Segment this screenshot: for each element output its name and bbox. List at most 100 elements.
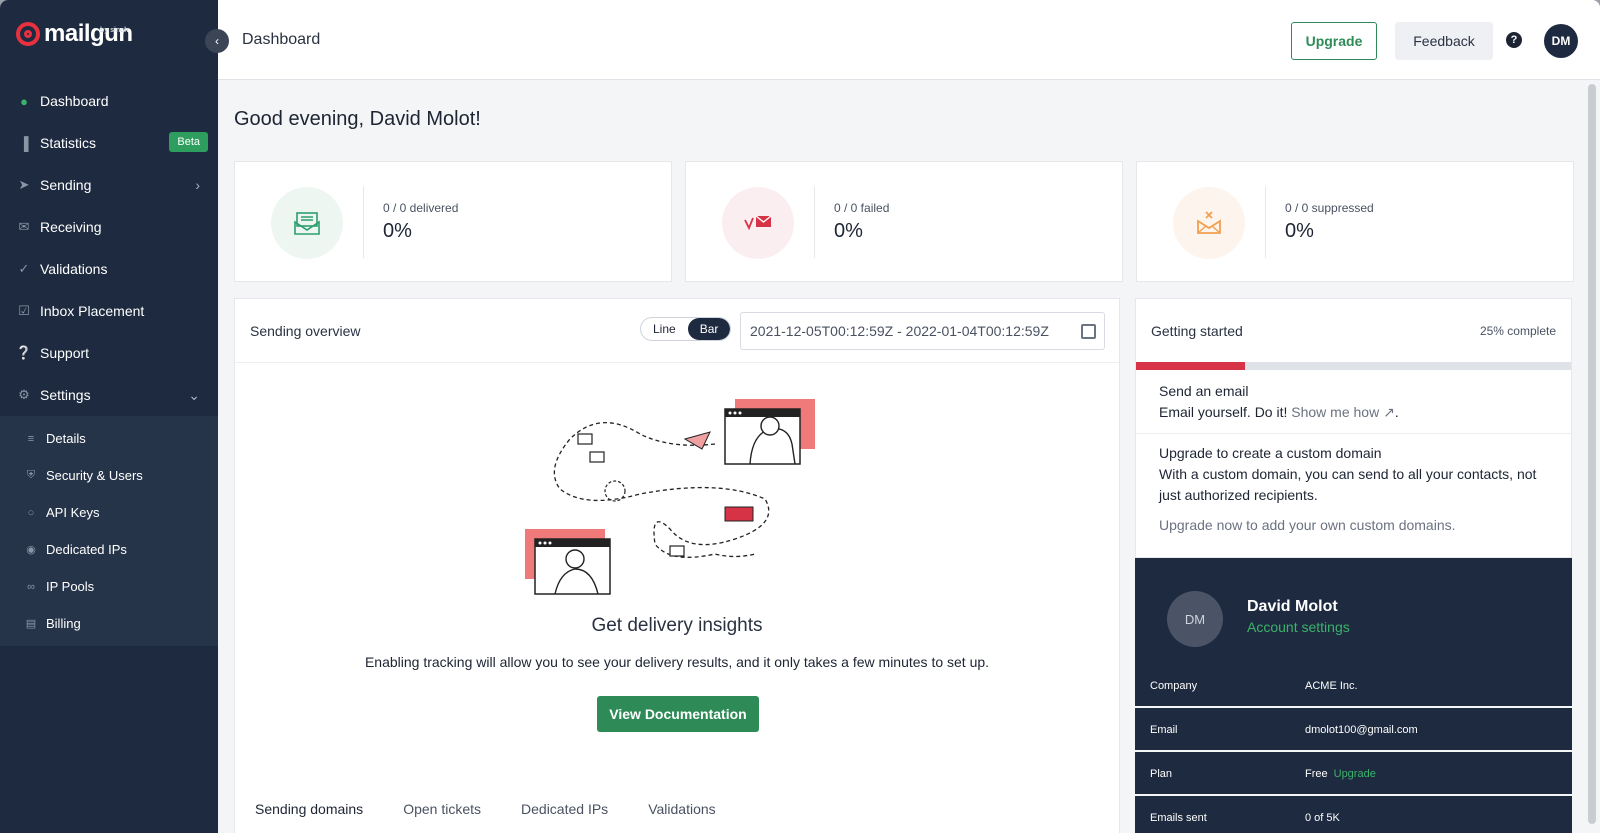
stat-value: 0% bbox=[834, 220, 863, 242]
overview-tabs: Sending domains Open tickets Dedicated I… bbox=[235, 779, 1119, 833]
sidebar-item-inbox-placement[interactable]: ☑ Inbox Placement bbox=[0, 290, 218, 332]
row-key: Emails sent bbox=[1150, 812, 1207, 824]
sidebar-item-receiving[interactable]: ✉ Receiving bbox=[0, 206, 218, 248]
checkbox-icon: ☑ bbox=[18, 303, 30, 318]
calendar-icon bbox=[1081, 324, 1096, 339]
row-key: Company bbox=[1150, 680, 1198, 692]
scrollbar[interactable] bbox=[1588, 84, 1596, 824]
delivered-icon-circle bbox=[271, 187, 343, 259]
tab-validations[interactable]: Validations bbox=[628, 779, 735, 833]
sidebar-subitem-api-keys[interactable]: ○ API Keys bbox=[0, 494, 218, 531]
user-check-icon: ✓ bbox=[18, 261, 30, 276]
shield-icon: ⛨ bbox=[26, 469, 36, 481]
upgrade-button[interactable]: Upgrade bbox=[1291, 22, 1377, 60]
stat-value: 0% bbox=[383, 220, 412, 242]
toggle-bar[interactable]: Bar bbox=[687, 318, 731, 340]
delivery-illustration bbox=[525, 399, 815, 595]
credit-card-icon: ▤ bbox=[25, 618, 37, 630]
profile-name: David Molot bbox=[1247, 598, 1338, 615]
upgrade-note: Upgrade now to add your own custom domai… bbox=[1159, 517, 1456, 533]
sidebar-subitem-dedicated-ips[interactable]: ◉ Dedicated IPs bbox=[0, 531, 218, 568]
brand-tagline: by sinch bbox=[100, 27, 129, 34]
empty-state-text: Enabling tracking will allow you to see … bbox=[364, 654, 990, 670]
stat-value: 0% bbox=[1285, 220, 1314, 242]
sidebar-subitem-ip-pools[interactable]: ∞ IP Pools bbox=[0, 568, 218, 605]
stat-card-delivered: 0 / 0 delivered 0% bbox=[234, 161, 672, 282]
progress-bar bbox=[1136, 362, 1571, 370]
tab-open-tickets[interactable]: Open tickets bbox=[383, 779, 501, 833]
row-value: ACME Inc. bbox=[1305, 680, 1358, 692]
plan-value: Free bbox=[1305, 768, 1328, 780]
sidebar-subitem-details[interactable]: ≡ Details bbox=[0, 420, 218, 457]
date-range-picker[interactable]: 2021-12-05T00:12:59Z - 2022-01-04T00:12:… bbox=[740, 312, 1105, 350]
globe-icon: ● bbox=[20, 93, 28, 109]
toggle-line[interactable]: Line bbox=[641, 318, 688, 340]
lock-icon: ○ bbox=[27, 506, 35, 519]
sidebar-item-support[interactable]: ❔ Support bbox=[0, 332, 218, 374]
tab-dedicated-ips[interactable]: Dedicated IPs bbox=[501, 779, 628, 833]
progress-bar-fill bbox=[1136, 362, 1245, 370]
pool-icon: ∞ bbox=[27, 580, 35, 593]
account-settings-link[interactable]: Account settings bbox=[1247, 619, 1350, 635]
chevron-right-icon: › bbox=[195, 177, 200, 193]
collapse-sidebar-button[interactable]: ‹ bbox=[205, 29, 229, 53]
step-text: Email yourself. Do it! bbox=[1159, 404, 1288, 420]
tab-sending-domains[interactable]: Sending domains bbox=[235, 779, 383, 833]
inbox-icon: ✉ bbox=[18, 219, 30, 234]
avatar[interactable]: DM bbox=[1544, 24, 1578, 58]
sidebar-item-statistics[interactable]: ▐ Statistics Beta bbox=[0, 122, 218, 164]
progress-label: 25% complete bbox=[1479, 324, 1556, 338]
step-title: Send an email bbox=[1159, 383, 1249, 399]
view-documentation-button[interactable]: View Documentation bbox=[597, 696, 759, 732]
question-circle-icon: ❔ bbox=[15, 345, 33, 360]
gear-icon: ⚙ bbox=[18, 387, 30, 402]
sidebar-item-label: Receiving bbox=[40, 219, 102, 235]
row-key: Plan bbox=[1150, 768, 1173, 780]
greeting-heading: Good evening, David Molot! bbox=[234, 108, 481, 130]
profile-card: DM David Molot Account settings Company … bbox=[1135, 558, 1572, 833]
stat-label: 0 / 0 suppressed bbox=[1285, 201, 1374, 215]
step-send-email: Send an email Email yourself. Do it! Sho… bbox=[1159, 383, 1399, 420]
feedback-button[interactable]: Feedback bbox=[1395, 22, 1493, 60]
step-title: Upgrade to create a custom domain bbox=[1159, 445, 1382, 461]
divider bbox=[235, 362, 1119, 363]
sidebar: mailgun by sinch ● Dashboard ▐ Statistic… bbox=[0, 0, 218, 833]
profile-row-company: Company ACME Inc. bbox=[1135, 664, 1572, 708]
getting-started-title: Getting started bbox=[1151, 323, 1243, 339]
app-window: mailgun by sinch ● Dashboard ▐ Statistic… bbox=[0, 0, 1600, 833]
profile-row-plan: Plan Free Upgrade bbox=[1135, 752, 1572, 796]
row-value: dmolot100@gmail.com bbox=[1305, 724, 1418, 736]
sidebar-item-sending[interactable]: ➤ Sending › bbox=[0, 164, 218, 206]
show-me-how-link[interactable]: Show me how bbox=[1291, 404, 1379, 420]
plan-upgrade-link[interactable]: Upgrade bbox=[1334, 768, 1376, 780]
stat-card-failed: 0 / 0 failed 0% bbox=[685, 161, 1123, 282]
sidebar-subitem-security-users[interactable]: ⛨ Security & Users bbox=[0, 457, 218, 494]
failed-icon-circle bbox=[722, 187, 794, 259]
stat-divider bbox=[814, 186, 815, 258]
sidebar-item-validations[interactable]: ✓ Validations bbox=[0, 248, 218, 290]
sending-overview-panel: Sending overview Line Bar 2021-12-05T00:… bbox=[234, 298, 1120, 833]
divider bbox=[1136, 433, 1571, 434]
avatar: DM bbox=[1167, 591, 1223, 647]
help-icon[interactable]: ? bbox=[1506, 32, 1522, 48]
bounce-mail-icon bbox=[744, 215, 772, 231]
profile-row-emails-sent: Emails sent 0 of 5K bbox=[1135, 796, 1572, 833]
sidebar-subitem-label: Security & Users bbox=[46, 468, 143, 483]
empty-state-title: Get delivery insights bbox=[591, 615, 763, 636]
sidebar-item-dashboard[interactable]: ● Dashboard bbox=[0, 80, 218, 122]
panel-title: Sending overview bbox=[250, 323, 361, 339]
sidebar-item-settings[interactable]: ⚙ Settings ⌄ bbox=[0, 374, 218, 416]
stat-divider bbox=[1265, 186, 1266, 258]
stat-divider bbox=[363, 186, 364, 258]
stat-label: 0 / 0 delivered bbox=[383, 201, 459, 215]
stat-label: 0 / 0 failed bbox=[834, 201, 890, 215]
envelope-open-icon bbox=[294, 212, 320, 235]
profile-row-email: Email dmolot100@gmail.com bbox=[1135, 708, 1572, 752]
sidebar-subitem-billing[interactable]: ▤ Billing bbox=[0, 605, 218, 642]
chevron-down-icon: ⌄ bbox=[188, 386, 200, 403]
sidebar-subitem-label: API Keys bbox=[46, 505, 100, 520]
chevron-left-icon: ‹ bbox=[215, 34, 219, 48]
page-title: Dashboard bbox=[242, 31, 321, 48]
mailgun-logo-icon bbox=[16, 22, 40, 46]
mailgun-logo[interactable]: mailgun bbox=[16, 22, 133, 46]
